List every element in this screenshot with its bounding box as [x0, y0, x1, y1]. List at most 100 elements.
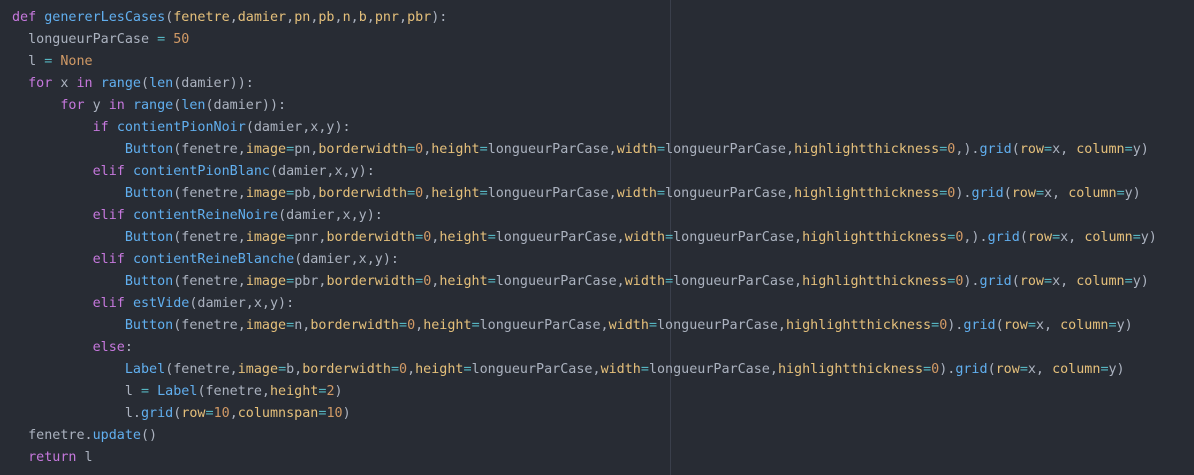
code-line[interactable]: longueurParCase = 50: [12, 29, 1194, 51]
code-token: =: [1124, 142, 1133, 157]
code-token: highlightthickness: [802, 274, 948, 289]
code-token: height: [439, 230, 488, 245]
code-token: x,: [1027, 362, 1053, 377]
code-token: y): [1140, 230, 1157, 245]
code-line[interactable]: Button(fenetre,image=pn,borderwidth=0,he…: [12, 139, 1194, 161]
code-token: highlightthickness: [786, 318, 932, 333]
code-token: range: [100, 76, 141, 91]
code-token: grid: [141, 406, 174, 421]
code-area[interactable]: def genererLesCases(fenetre,damier,pn,pb…: [12, 7, 1194, 469]
code-line[interactable]: l.grid(row=10,columnspan=10): [12, 403, 1194, 425]
code-token: image: [245, 318, 287, 333]
code-token: 50: [173, 32, 190, 47]
code-token: Label: [124, 362, 166, 377]
code-token: ,: [399, 10, 408, 25]
code-token: longueurParCase,: [479, 318, 609, 333]
code-line[interactable]: Label(fenetre,image=b,borderwidth=0,heig…: [12, 359, 1194, 381]
code-token: (fenetre,: [165, 362, 238, 377]
code-token: ,: [350, 10, 359, 25]
code-line[interactable]: elif contientReineBlanche(damier,x,y):: [12, 249, 1194, 271]
code-token: column: [1068, 186, 1117, 201]
code-token: genererLesCases: [44, 10, 166, 25]
code-token: estVide: [132, 296, 190, 311]
code-token: pn: [294, 10, 311, 25]
code-line[interactable]: if contientPionNoir(damier,x,y):: [12, 117, 1194, 139]
code-token: =: [399, 318, 408, 333]
code-token: n,: [294, 318, 311, 333]
code-token: =: [1100, 362, 1109, 377]
code-token: highlightthickness: [794, 186, 940, 201]
code-line[interactable]: l = None: [12, 51, 1194, 73]
code-line[interactable]: Button(fenetre,image=n,borderwidth=0,hei…: [12, 315, 1194, 337]
code-editor[interactable]: def genererLesCases(fenetre,damier,pn,pb…: [0, 0, 1194, 475]
code-token: Button: [124, 318, 174, 333]
code-line[interactable]: elif contientPionBlanc(damier,x,y):: [12, 161, 1194, 183]
code-line[interactable]: Button(fenetre,image=pnr,borderwidth=0,h…: [12, 227, 1194, 249]
code-token: pnr,: [294, 230, 327, 245]
code-token: (: [1011, 274, 1020, 289]
code-token: longueurParCase,: [471, 362, 601, 377]
code-token: len: [181, 98, 206, 113]
code-token: =: [1044, 142, 1053, 157]
code-token: =: [665, 274, 674, 289]
code-token: damier: [237, 10, 287, 25]
code-token: image: [237, 362, 279, 377]
code-line[interactable]: elif contientReineNoire(damier,x,y):: [12, 205, 1194, 227]
code-token: Button: [124, 142, 174, 157]
code-line[interactable]: for y in range(len(damier)):: [12, 95, 1194, 117]
code-token: 0: [415, 186, 424, 201]
code-token: pb,: [294, 186, 319, 201]
code-token: longueurParCase,: [487, 186, 617, 201]
code-token: ): [342, 406, 351, 421]
code-line[interactable]: l = Label(fenetre,height=2): [12, 381, 1194, 403]
code-token: in: [108, 98, 125, 113]
code-token: else: [92, 340, 125, 355]
code-token: ).: [963, 274, 980, 289]
code-token: 10: [326, 406, 343, 421]
code-token: =: [415, 230, 424, 245]
code-token: ).: [939, 362, 956, 377]
code-token: b: [358, 10, 367, 25]
code-line[interactable]: Button(fenetre,image=pbr,borderwidth=0,h…: [12, 271, 1194, 293]
code-token: 0: [931, 362, 940, 377]
code-token: height: [431, 142, 480, 157]
code-token: grid: [979, 142, 1012, 157]
code-token: (: [141, 76, 150, 91]
code-token: =: [648, 318, 657, 333]
code-token: Label: [157, 384, 198, 399]
code-token: width: [616, 142, 657, 157]
code-token: width: [608, 318, 649, 333]
code-line[interactable]: Button(fenetre,image=pb,borderwidth=0,he…: [12, 183, 1194, 205]
code-token: row: [1011, 186, 1036, 201]
code-token: (): [141, 428, 158, 443]
code-token: =: [407, 142, 416, 157]
code-line[interactable]: return l: [12, 447, 1194, 469]
code-token: (damier,x,y):: [189, 296, 295, 311]
code-token: (damier,x,y):: [278, 208, 383, 223]
code-token: borderwidth: [326, 230, 416, 245]
code-line[interactable]: else:: [12, 337, 1194, 359]
code-line[interactable]: def genererLesCases(fenetre,damier,pn,pb…: [12, 7, 1194, 29]
code-token: elif: [92, 208, 125, 223]
code-line[interactable]: elif estVide(damier,x,y):: [12, 293, 1194, 315]
code-token: (damier)):: [173, 76, 254, 91]
code-token: =: [278, 362, 287, 377]
code-line[interactable]: fenetre.update(): [12, 425, 1194, 447]
code-token: for: [28, 76, 53, 91]
code-token: image: [245, 186, 287, 201]
code-line[interactable]: for x in range(len(damier)):: [12, 73, 1194, 95]
code-token: longueurParCase,: [673, 230, 803, 245]
code-token: longueurParCase,: [487, 142, 617, 157]
code-token: highlightthickness: [777, 362, 924, 377]
code-token: =: [205, 406, 214, 421]
code-token: (fenetre,: [173, 274, 246, 289]
code-token: ,).: [955, 142, 980, 157]
